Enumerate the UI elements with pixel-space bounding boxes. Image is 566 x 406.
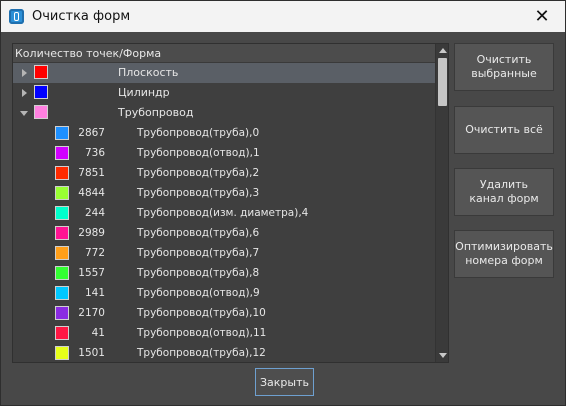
close-icon: ✕ bbox=[534, 6, 550, 27]
color-swatch bbox=[55, 266, 69, 280]
color-swatch bbox=[34, 85, 48, 99]
tree-child-row[interactable]: 244 Трубопровод(изм. диаметра),4 bbox=[13, 203, 435, 223]
tree-child-row[interactable]: 4844 Трубопровод(труба),3 bbox=[13, 183, 435, 203]
tree-child-row[interactable]: 1501 Трубопровод(труба),12 bbox=[13, 343, 435, 362]
shape-label: Трубопровод(труба),2 bbox=[137, 167, 260, 179]
point-count: 41 bbox=[91, 327, 105, 339]
shape-label: Трубопровод(труба),3 bbox=[137, 187, 260, 199]
point-count: 1501 bbox=[78, 347, 105, 359]
color-swatch bbox=[55, 306, 69, 320]
color-swatch bbox=[55, 246, 69, 260]
shape-label: Трубопровод(труба),12 bbox=[137, 347, 266, 359]
tree-child-row[interactable]: 736 Трубопровод(отвод),1 bbox=[13, 143, 435, 163]
group-label: Цилиндр bbox=[118, 86, 170, 99]
clear-selected-button[interactable]: Очистить выбранные bbox=[454, 43, 554, 91]
window-title: Очистка форм bbox=[32, 9, 131, 24]
shape-label: Трубопровод(отвод),11 bbox=[137, 327, 267, 339]
shape-label: Трубопровод(труба),10 bbox=[137, 307, 266, 319]
shape-label: Трубопровод(труба),6 bbox=[137, 227, 260, 239]
close-window-button[interactable]: ✕ bbox=[519, 1, 565, 32]
tree-child-row[interactable]: 772 Трубопровод(труба),7 bbox=[13, 243, 435, 263]
color-swatch bbox=[55, 226, 69, 240]
color-swatch bbox=[55, 346, 69, 360]
chevron-right-icon[interactable] bbox=[22, 89, 27, 97]
tree-child-row[interactable]: 2867 Трубопровод(труба),0 bbox=[13, 123, 435, 143]
column-header: Количество точек/Форма bbox=[15, 47, 162, 60]
point-count: 141 bbox=[84, 287, 105, 299]
point-count: 1557 bbox=[78, 267, 105, 279]
point-count: 4844 bbox=[78, 187, 105, 199]
point-count: 736 bbox=[84, 147, 105, 159]
scroll-up-icon[interactable] bbox=[436, 44, 448, 57]
color-swatch bbox=[55, 146, 69, 160]
app-icon bbox=[9, 9, 24, 24]
color-swatch bbox=[55, 326, 69, 340]
color-swatch bbox=[55, 186, 69, 200]
group-label: Трубопровод bbox=[118, 106, 194, 119]
point-count: 772 bbox=[84, 247, 105, 259]
color-swatch bbox=[55, 206, 69, 220]
shape-label: Трубопровод(труба),8 bbox=[137, 267, 260, 279]
tree-header: Количество точек/Форма bbox=[13, 44, 435, 63]
color-swatch bbox=[55, 166, 69, 180]
group-label: Плоскость bbox=[118, 66, 179, 79]
shape-label: Трубопровод(изм. диаметра),4 bbox=[137, 207, 309, 219]
tree-child-row[interactable]: 1557 Трубопровод(труба),8 bbox=[13, 263, 435, 283]
tree-group-row[interactable]: Плоскость bbox=[13, 63, 435, 83]
color-swatch bbox=[34, 65, 48, 79]
color-swatch bbox=[55, 126, 69, 140]
shape-label: Трубопровод(отвод),1 bbox=[137, 147, 260, 159]
scroll-thumb[interactable] bbox=[438, 58, 447, 106]
point-count: 2170 bbox=[78, 307, 105, 319]
tree-child-row[interactable]: 7851 Трубопровод(труба),2 bbox=[13, 163, 435, 183]
shape-label: Трубопровод(отвод),9 bbox=[137, 287, 260, 299]
close-button[interactable]: Закрыть bbox=[255, 368, 314, 396]
point-count: 7851 bbox=[78, 167, 105, 179]
title-bar: Очистка форм ✕ bbox=[1, 1, 565, 32]
tree-group-row[interactable]: Цилиндр bbox=[13, 83, 435, 103]
shape-label: Трубопровод(труба),0 bbox=[137, 127, 260, 139]
clear-all-button[interactable]: Очистить всё bbox=[454, 106, 554, 154]
chevron-down-icon[interactable] bbox=[20, 111, 28, 116]
point-count: 2867 bbox=[78, 127, 105, 139]
dialog-window: Очистка форм ✕ Количество точек/Форма Пл… bbox=[0, 0, 566, 406]
color-swatch bbox=[34, 105, 48, 119]
tree-group-row[interactable]: Трубопровод bbox=[13, 103, 435, 123]
shape-tree[interactable]: Количество точек/Форма Плоскость Цилиндр Т… bbox=[12, 43, 449, 363]
tree-child-row[interactable]: 141 Трубопровод(отвод),9 bbox=[13, 283, 435, 303]
tree-child-row[interactable]: 41 Трубопровод(отвод),11 bbox=[13, 323, 435, 343]
tree-child-row[interactable]: 2989 Трубопровод(труба),6 bbox=[13, 223, 435, 243]
optimize-numbers-button[interactable]: Оптимизировать номера форм bbox=[454, 230, 554, 278]
point-count: 2989 bbox=[78, 227, 105, 239]
color-swatch bbox=[55, 286, 69, 300]
point-count: 244 bbox=[84, 207, 105, 219]
tree-child-row[interactable]: 2170 Трубопровод(труба),10 bbox=[13, 303, 435, 323]
shape-label: Трубопровод(труба),7 bbox=[137, 247, 260, 259]
vertical-scrollbar[interactable] bbox=[435, 44, 448, 362]
chevron-right-icon[interactable] bbox=[22, 69, 27, 77]
delete-channel-button[interactable]: Удалить канал форм bbox=[454, 168, 554, 216]
scroll-down-icon[interactable] bbox=[436, 349, 448, 362]
